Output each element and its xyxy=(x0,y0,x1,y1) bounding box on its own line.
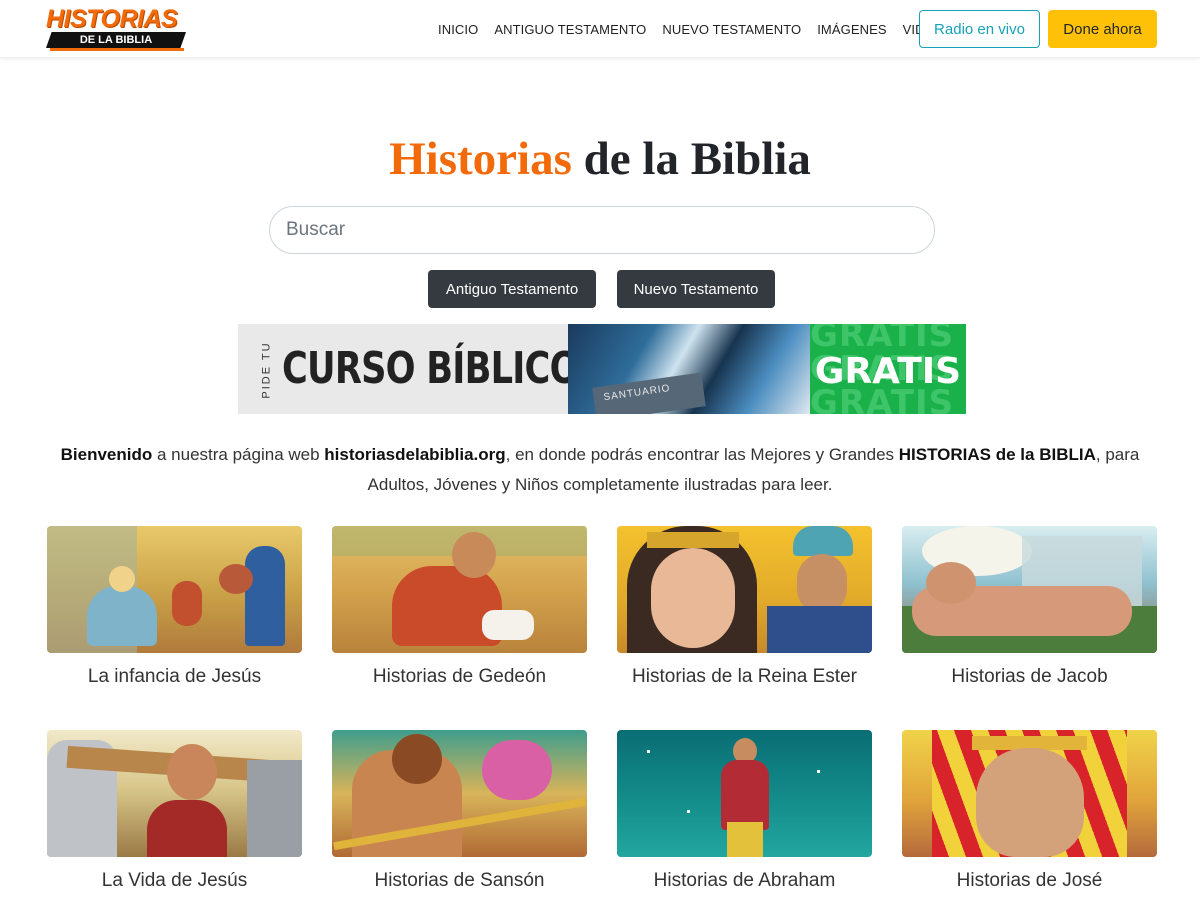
story-title: Historias de José xyxy=(956,870,1103,891)
page-title-rest: de la Biblia xyxy=(571,133,811,185)
logo-underline xyxy=(50,48,184,51)
page-title-accent: Historias xyxy=(389,133,572,185)
welcome-bold-3: HISTORIAS de la BIBLIA xyxy=(898,445,1096,464)
nav-imagenes[interactable]: IMÁGENES xyxy=(817,22,886,37)
banner-curso-text: CURSO BÍBLICO xyxy=(282,343,579,394)
story-title: La infancia de Jesús xyxy=(87,666,262,687)
welcome-text-2: a nuestra página web xyxy=(152,445,325,464)
story-image xyxy=(47,730,302,857)
nuevo-testamento-button[interactable]: Nuevo Testamento xyxy=(617,270,775,308)
story-card-abraham[interactable]: Historias de Abraham xyxy=(617,730,872,891)
story-image xyxy=(47,526,302,653)
story-title: Historias de Gedeón xyxy=(372,666,547,687)
story-card-vida-jesus[interactable]: La Vida de Jesús xyxy=(47,730,302,891)
story-title: Historias de Abraham xyxy=(653,870,836,891)
story-image xyxy=(332,730,587,857)
welcome-bold-2: historiasdelabiblia.org xyxy=(324,445,506,464)
story-card-sanson[interactable]: Historias de Sansón xyxy=(332,730,587,891)
story-card-jacob[interactable]: Historias de Jacob xyxy=(902,526,1157,687)
story-card-gedeon[interactable]: Historias de Gedeón xyxy=(332,526,587,687)
story-card-jose[interactable]: Historias de José xyxy=(902,730,1157,891)
nav-antiguo-testamento[interactable]: ANTIGUO TESTAMENTO xyxy=(494,22,646,37)
banner-pide-text: PIDE TU xyxy=(260,341,273,399)
story-title: Historias de Jacob xyxy=(951,666,1108,687)
story-title: La Vida de Jesús xyxy=(101,870,248,891)
story-image xyxy=(617,526,872,653)
logo-subtitle: DE LA BIBLIA xyxy=(46,32,186,48)
story-image xyxy=(902,730,1157,857)
page-title: Historias de la Biblia xyxy=(0,132,1200,186)
banner-pide: PIDE TU xyxy=(260,341,274,402)
logo-title: HISTORIAS xyxy=(46,5,178,33)
welcome-bold-1: Bienvenido xyxy=(60,445,153,464)
radio-button[interactable]: Radio en vivo xyxy=(919,10,1040,48)
nav-inicio[interactable]: INICIO xyxy=(438,22,478,37)
story-card-reina-ester[interactable]: Historias de la Reina Ester xyxy=(617,526,872,687)
curso-biblico-banner[interactable]: PIDE TU CURSO BÍBLICO SANTUARIO GRATIS GR… xyxy=(238,324,966,414)
antiguo-testamento-button[interactable]: Antiguo Testamento xyxy=(428,270,596,308)
main-nav: INICIO ANTIGUO TESTAMENTO NUEVO TESTAMEN… xyxy=(438,22,952,37)
story-image xyxy=(902,526,1157,653)
banner-gratis-text: GRATIS xyxy=(814,351,962,392)
nav-nuevo-testamento[interactable]: NUEVO TESTAMENTO xyxy=(662,22,801,37)
story-title: Historias de la Reina Ester xyxy=(632,666,857,687)
welcome-text: Bienvenido a nuestra página web historia… xyxy=(40,440,1160,500)
story-image xyxy=(617,730,872,857)
welcome-text-4: , en donde podrás encontrar las Mejores … xyxy=(505,445,899,464)
story-title: Historias de Sansón xyxy=(374,870,545,891)
story-card-infancia-jesus[interactable]: La infancia de Jesús xyxy=(47,526,302,687)
donate-button[interactable]: Done ahora xyxy=(1048,10,1157,48)
search-input[interactable] xyxy=(269,206,935,254)
navbar: HISTORIAS DE LA BIBLIA INICIO ANTIGUO TE… xyxy=(0,0,1200,58)
story-image xyxy=(332,526,587,653)
site-logo[interactable]: HISTORIAS DE LA BIBLIA xyxy=(46,5,188,51)
